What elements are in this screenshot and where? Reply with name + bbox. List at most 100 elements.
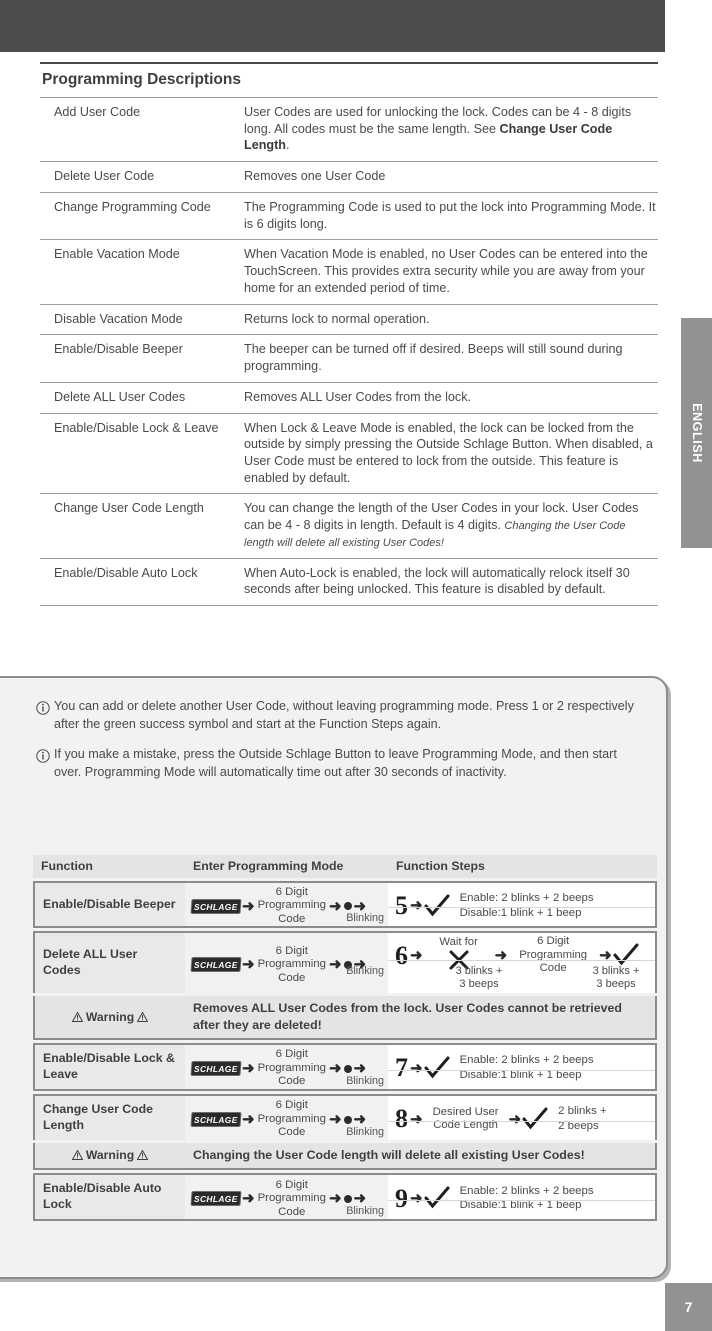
table-row: Add User Code User Codes are used for un… — [40, 96, 658, 162]
function-steps-sequence: 5 ➜ Enable: 2 blinks + 2 beeps Disable:1… — [388, 889, 655, 921]
table-row: Enable/Disable Auto Lock When Auto-Lock … — [40, 557, 658, 607]
description-text: User Codes are used for unlocking the lo… — [242, 96, 658, 162]
column-header-function: Function — [33, 855, 185, 878]
table-row: Enable Vacation Mode When Vacation Mode … — [40, 239, 658, 305]
arrow-right-icon: ➜ — [410, 1059, 423, 1077]
description-text: Removes ALL User Codes from the lock. — [242, 381, 658, 414]
notes-list: You can add or delete another User Code,… — [36, 698, 636, 795]
arrow-right-icon: ➜ — [328, 956, 342, 974]
description-text: Returns lock to normal operation. — [242, 303, 658, 335]
arrow-right-icon: ➜ — [242, 1111, 255, 1129]
page-number: 7 — [665, 1283, 712, 1331]
code-line-1: 6 Digit — [275, 1099, 308, 1112]
checkmark-icon — [424, 1056, 450, 1080]
description-name: Change Programming Code — [40, 191, 242, 240]
table-header-row: Function Enter Programming Mode Function… — [33, 855, 657, 878]
function-steps-sequence: 7 ➜ Enable: 2 blinks + 2 beeps Disable:1… — [388, 1051, 655, 1083]
table-row-user-code-length: Change User Code Length SCHLAGE ➜ 6 Digi… — [33, 1094, 657, 1141]
warning-exclamation-icon — [136, 1149, 149, 1161]
programming-code-label: 6 Digit Programming Code — [256, 1048, 328, 1088]
description-name: Delete User Code — [40, 161, 242, 193]
enter-mode-cell: SCHLAGE ➜ 6 Digit Programming Code ➜ ➜ B… — [185, 1173, 388, 1222]
programming-steps-table-wrapper: Function Enter Programming Mode Function… — [33, 852, 657, 1224]
dot-indicator-icon — [343, 902, 352, 911]
function-steps-cell: 6 ➜ Wait for ➜ 6 Digit Programming Code … — [388, 931, 657, 994]
description-text: The Programming Code is used to put the … — [242, 191, 658, 240]
code-line-3: Code — [278, 912, 306, 925]
mid-note-line-1: 3 blinks + — [455, 964, 503, 977]
warning-text: Removes ALL User Codes from the lock. Us… — [185, 996, 657, 1041]
code-line-2: Programming — [257, 1192, 326, 1205]
code-line-3: Code — [278, 1126, 306, 1139]
language-side-tab-label: ENGLISH — [689, 403, 704, 463]
description-name: Enable/Disable Auto Lock — [40, 557, 242, 607]
blinking-label: Blinking — [346, 1075, 384, 1088]
checkmark-icon — [424, 894, 450, 918]
function-steps-sequence: 9 ➜ Enable: 2 blinks + 2 beeps Disable:1… — [388, 1182, 655, 1214]
blinking-label: Blinking — [346, 912, 384, 925]
table-row-delete-all: Delete ALL User Codes SCHLAGE ➜ 6 Digit … — [33, 931, 657, 994]
arrow-right-icon: ➜ — [242, 956, 255, 974]
checkmark-icon — [522, 1107, 548, 1131]
code-line-2: Programming — [257, 1112, 326, 1125]
programming-code-label: 6 Digit Programming Code — [256, 1099, 328, 1139]
table-row: Enable/Disable Beeper The beeper can be … — [40, 334, 658, 383]
function-steps-sequence: 8 ➜ Desired User Code Length ➜ 2 blinks … — [388, 1102, 655, 1134]
steps-divider — [388, 960, 655, 962]
warning-text: Changing the User Code length will delet… — [185, 1143, 657, 1171]
enter-mode-cell: SCHLAGE ➜ 6 Digit Programming Code ➜ ➜ B… — [185, 1094, 388, 1141]
page-title: Programming Descriptions — [42, 71, 241, 88]
schlage-logo-icon: SCHLAGE — [190, 1061, 242, 1077]
desired-code-length-label: Desired User Code Length — [424, 1106, 508, 1133]
note-text: You can add or delete another User Code,… — [54, 699, 634, 731]
result-line-1: 2 blinks + — [558, 1105, 607, 1118]
schlage-logo-label: SCHLAGE — [194, 1063, 238, 1074]
end-note-line-1: 3 blinks + — [592, 964, 640, 977]
description-text: When Lock & Leave Mode is enabled, the l… — [242, 412, 658, 494]
function-steps-cell: 9 ➜ Enable: 2 blinks + 2 beeps Disable:1… — [388, 1173, 657, 1222]
end-result-note: 3 blinks + 3 beeps — [580, 965, 652, 991]
schlage-logo-label: SCHLAGE — [194, 1193, 238, 1204]
arrow-right-icon: ➜ — [242, 1190, 255, 1208]
dot-indicator-icon — [343, 1115, 352, 1124]
result-text: Enable: 2 blinks + 2 beeps Disable:1 bli… — [450, 1053, 649, 1083]
note-text: If you make a mistake, press the Outside… — [54, 747, 617, 779]
function-name: Enable/Disable Lock & Leave — [33, 1043, 185, 1092]
programming-code-label: 6 Digit Programming Code — [256, 886, 328, 926]
description-name: Enable Vacation Mode — [40, 239, 242, 305]
code-line-3: Code — [539, 962, 567, 975]
arrow-right-icon: ➜ — [328, 1111, 342, 1129]
warning-label-cell: Warning — [33, 1143, 185, 1171]
arrow-right-icon: ➜ — [353, 1060, 367, 1078]
table-row-auto-lock: Enable/Disable Auto Lock SCHLAGE ➜ 6 Dig… — [33, 1173, 657, 1222]
description-text: The beeper can be turned off if desired.… — [242, 334, 658, 383]
description-name: Add User Code — [40, 96, 242, 162]
steps-divider — [388, 1121, 655, 1123]
checkmark-icon — [613, 943, 639, 967]
programming-descriptions-section: Programming Descriptions Add User Code U… — [40, 62, 658, 607]
page-header-bar — [0, 0, 665, 52]
function-name: Delete ALL User Codes — [33, 931, 185, 994]
arrow-right-icon: ➜ — [353, 1190, 367, 1208]
arrow-right-icon: ➜ — [242, 897, 255, 915]
table-row: Delete User Code Removes one User Code — [40, 161, 658, 193]
column-header-function-steps: Function Steps — [388, 855, 657, 878]
function-steps-cell: 8 ➜ Desired User Code Length ➜ 2 blinks … — [388, 1094, 657, 1141]
arrow-right-icon: ➜ — [242, 1060, 255, 1078]
blinking-label: Blinking — [346, 965, 384, 978]
warning-label-text: Warning — [85, 1009, 135, 1024]
description-name: Enable/Disable Lock & Leave — [40, 412, 242, 494]
schlage-logo-label: SCHLAGE — [194, 901, 238, 912]
code-line-2: Programming — [257, 958, 326, 971]
mid-note-line-2: 3 beeps — [459, 978, 499, 991]
step-digit: 6 — [395, 940, 408, 970]
arrow-right-icon: ➜ — [353, 1111, 367, 1129]
blinking-label: Blinking — [346, 1126, 384, 1139]
description-name: Disable Vacation Mode — [40, 303, 242, 335]
function-name: Enable/Disable Auto Lock — [33, 1173, 185, 1222]
programming-steps-body: Function Enter Programming Mode Function… — [33, 855, 657, 1222]
code-line-1: 6 Digit — [275, 1178, 308, 1191]
function-name: Enable/Disable Beeper — [33, 881, 185, 929]
function-steps-cell: 7 ➜ Enable: 2 blinks + 2 beeps Disable:1… — [388, 1043, 657, 1092]
description-text: Removes one User Code — [242, 161, 658, 193]
